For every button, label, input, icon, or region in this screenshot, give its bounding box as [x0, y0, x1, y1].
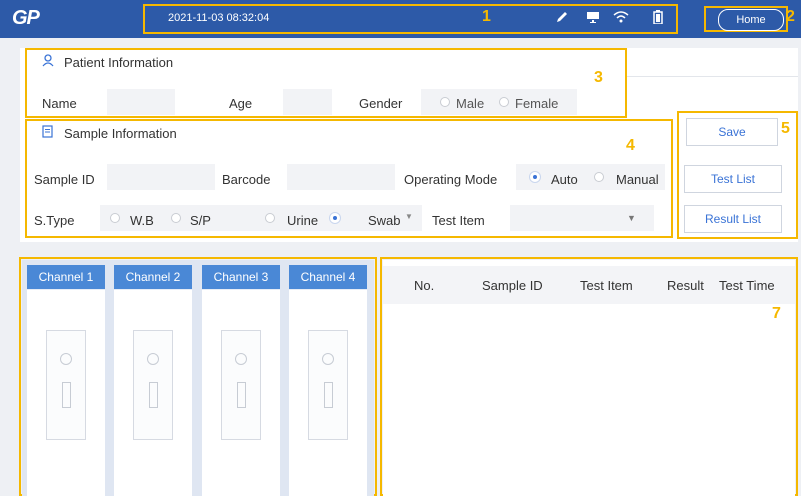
stype-swab-radio[interactable]	[330, 213, 340, 223]
barcode-label: Barcode	[222, 172, 271, 187]
callout-label-1: 1	[482, 8, 491, 25]
channel-3-header[interactable]: Channel 3	[202, 265, 280, 289]
battery-icon	[649, 10, 667, 28]
chevron-down-icon[interactable]: ▼	[627, 213, 636, 223]
callout-label-4: 4	[626, 137, 635, 154]
strip-result-window	[149, 382, 158, 408]
strip-sample-well	[147, 353, 159, 365]
datetime-display: 2021-11-03 08:32:04	[168, 12, 270, 24]
name-label: Name	[42, 96, 77, 111]
channel-4-header[interactable]: Channel 4	[289, 265, 367, 289]
name-field[interactable]	[107, 89, 175, 115]
test-item-label: Test Item	[432, 213, 485, 228]
strip-sample-well	[322, 353, 334, 365]
person-icon	[42, 54, 54, 70]
channel-2-header[interactable]: Channel 2	[114, 265, 192, 289]
age-label: Age	[229, 96, 253, 111]
col-test-item: Test Item	[580, 278, 633, 293]
gender-male-label[interactable]: Male	[456, 96, 484, 111]
stype-sp-label[interactable]: S/P	[190, 213, 211, 228]
test-list-button[interactable]: Test List	[684, 165, 782, 193]
mode-manual-label[interactable]: Manual	[616, 172, 659, 187]
stype-dropdown-caret-icon[interactable]: ▼	[405, 212, 413, 221]
strip-result-window	[62, 382, 71, 408]
age-field[interactable]	[283, 89, 332, 115]
stype-urine-radio[interactable]	[265, 213, 275, 223]
strip-result-window	[237, 382, 246, 408]
barcode-field[interactable]	[287, 164, 395, 190]
mode-manual-radio[interactable]	[594, 172, 604, 182]
sample-id-field[interactable]	[107, 164, 215, 190]
col-result: Result	[667, 278, 704, 293]
result-list-button[interactable]: Result List	[684, 205, 782, 233]
pen-icon[interactable]	[553, 10, 571, 28]
stype-wb-label[interactable]: W.B	[130, 213, 154, 228]
callout-label-5: 5	[781, 120, 790, 137]
monitor-icon[interactable]	[584, 10, 602, 28]
gender-female-label[interactable]: Female	[515, 96, 558, 111]
home-button[interactable]: Home	[718, 9, 784, 31]
stype-sp-radio[interactable]	[171, 213, 181, 223]
callout-label-3: 3	[594, 69, 603, 86]
col-no: No.	[414, 278, 435, 293]
callout-label-2: 2	[786, 8, 795, 25]
stype-label: S.Type	[34, 213, 75, 228]
col-sample-id: Sample ID	[482, 278, 543, 293]
operating-mode-label: Operating Mode	[404, 172, 498, 187]
app-logo: GP	[12, 7, 40, 29]
stype-urine-label[interactable]: Urine	[287, 213, 318, 228]
gender-female-radio[interactable]	[499, 97, 509, 107]
gender-male-radio[interactable]	[440, 97, 450, 107]
mode-auto-label[interactable]: Auto	[551, 172, 578, 187]
strip-sample-well	[235, 353, 247, 365]
save-button[interactable]: Save	[686, 118, 778, 146]
patient-section-title: Patient Information	[64, 55, 174, 70]
patient-divider	[627, 76, 798, 77]
mode-auto-radio[interactable]	[530, 172, 540, 182]
gender-label: Gender	[359, 96, 403, 111]
sample-id-label: Sample ID	[34, 172, 95, 187]
stype-swab-label[interactable]: Swab	[368, 213, 401, 228]
strip-result-window	[324, 382, 333, 408]
sample-section-title: Sample Information	[64, 126, 177, 141]
channel-1-header[interactable]: Channel 1	[27, 265, 105, 289]
col-test-time: Test Time	[719, 278, 775, 293]
wifi-icon[interactable]	[612, 10, 630, 28]
callout-label-7: 7	[772, 305, 781, 322]
document-icon	[42, 125, 53, 141]
strip-sample-well	[60, 353, 72, 365]
stype-wb-radio[interactable]	[110, 213, 120, 223]
